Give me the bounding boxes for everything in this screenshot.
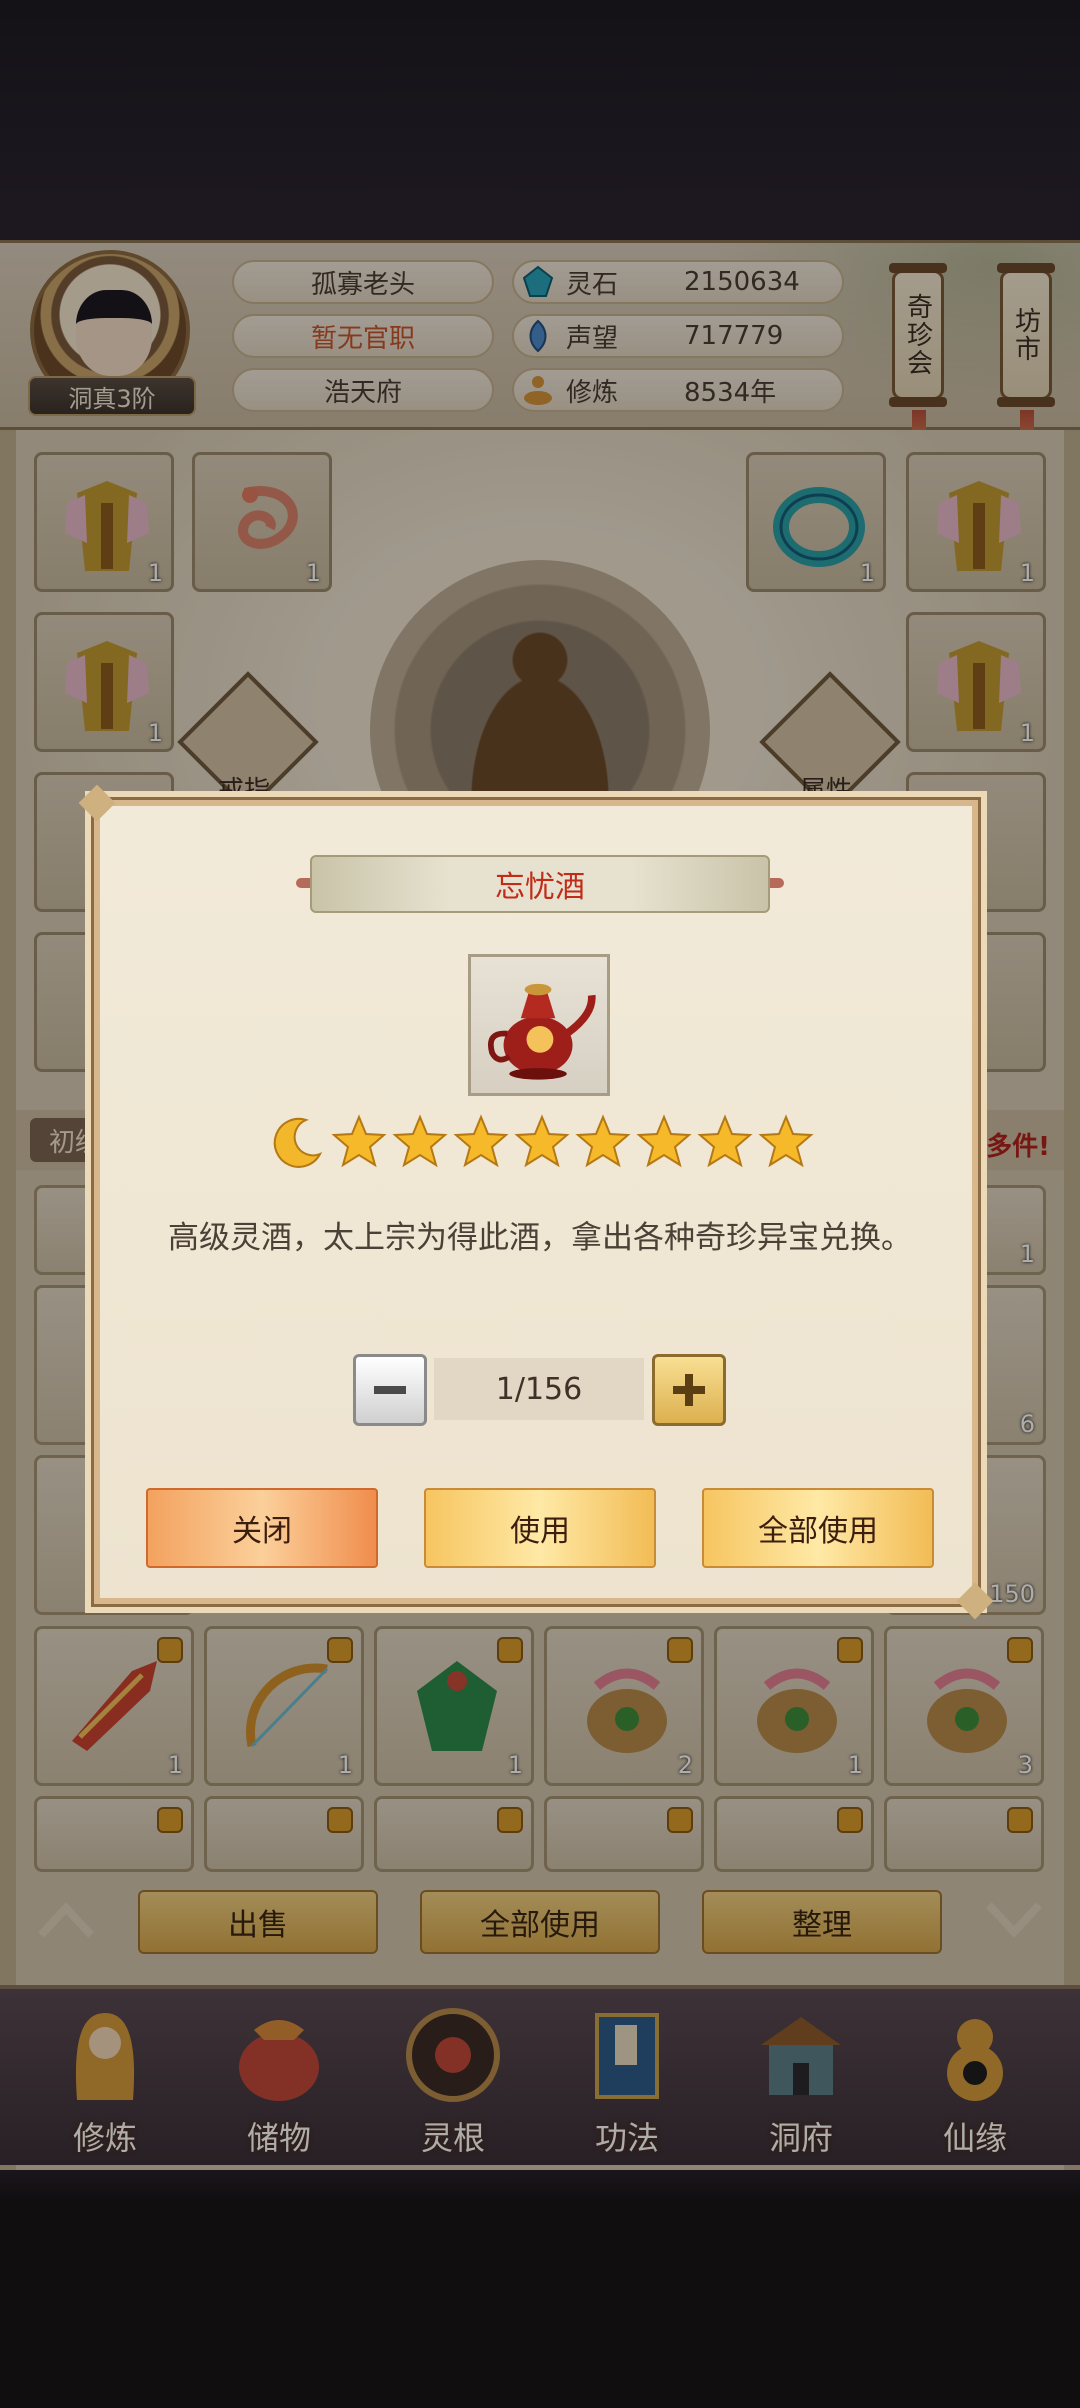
plus-icon (673, 1374, 705, 1406)
increase-button[interactable] (652, 1354, 726, 1426)
star-icon (636, 1114, 692, 1168)
star-icon (392, 1114, 448, 1168)
item-image-frame (468, 954, 610, 1096)
wine-pot-icon (488, 983, 596, 1080)
close-button[interactable]: 关闭 (146, 1488, 378, 1568)
item-dialog (91, 797, 981, 1607)
star-icon (453, 1114, 509, 1168)
item-rating (270, 1112, 819, 1172)
use-button[interactable]: 使用 (424, 1488, 656, 1568)
star-icon (575, 1114, 631, 1168)
item-description: 高级灵酒，太上宗为得此酒，拿出各种奇珍异宝兑换。 (168, 1220, 912, 1256)
star-icon (758, 1114, 814, 1168)
game-screen: 洞真3阶 孤寡老头 暂无官职 浩天府 灵石 2150634 声望 717779 … (0, 0, 1080, 2408)
moon-icon (273, 1117, 323, 1168)
use-all-button[interactable]: 全部使用 (702, 1488, 934, 1568)
decrease-button[interactable] (353, 1354, 427, 1426)
star-icon (514, 1114, 570, 1168)
star-icon (331, 1114, 387, 1168)
star-icon (697, 1114, 753, 1168)
item-title: 忘忧酒 (310, 855, 770, 913)
minus-icon (374, 1386, 406, 1394)
quantity-field[interactable]: 1/156 (434, 1358, 644, 1420)
